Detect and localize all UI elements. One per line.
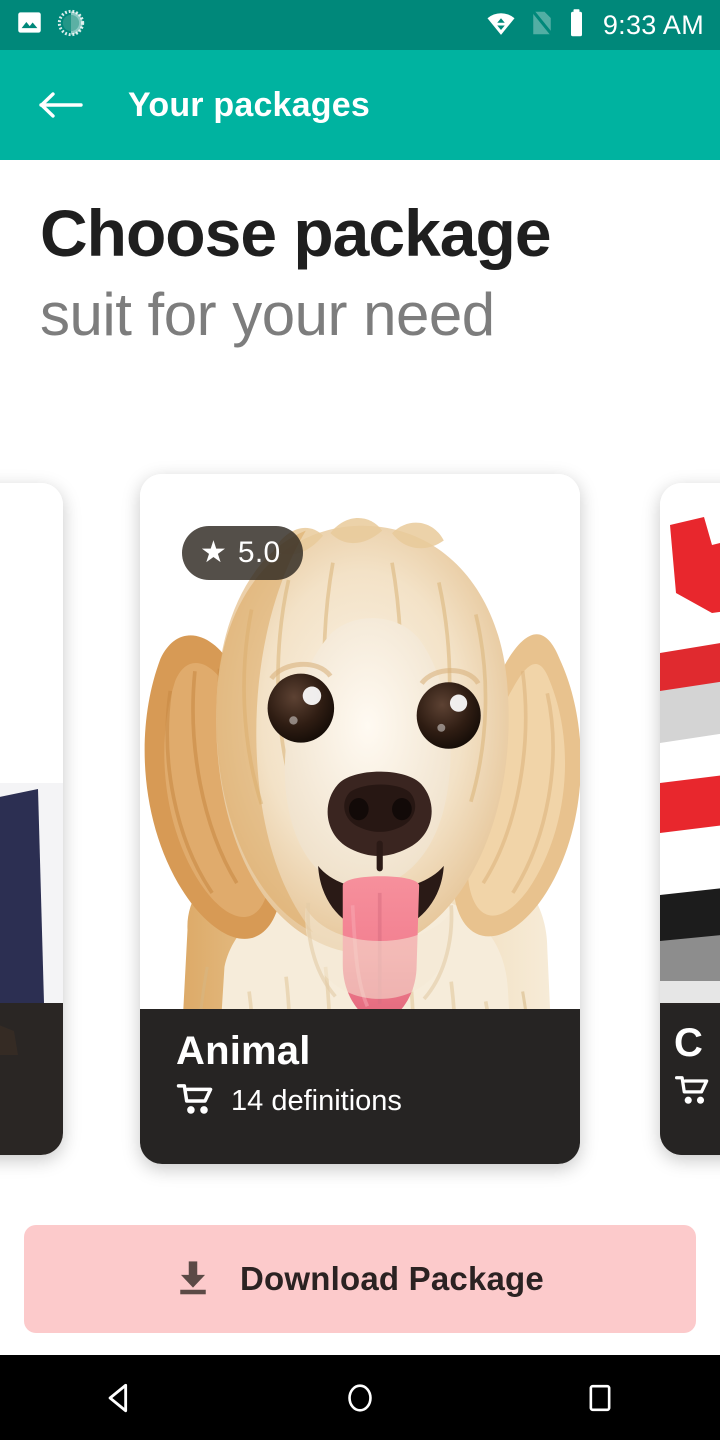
wifi-icon: [486, 8, 516, 43]
phone-screen: 9:33 AM Your packages Choose package sui…: [0, 0, 720, 1440]
back-triangle-icon[interactable]: [75, 1355, 165, 1440]
list-item[interactable]: [0, 483, 63, 1155]
status-bar-left-icons: [16, 9, 85, 42]
android-nav-bar: [0, 1355, 720, 1440]
status-bar-clock: 9:33 AM: [602, 9, 704, 40]
shopping-cart-icon: [176, 1083, 216, 1120]
home-circle-icon[interactable]: [315, 1355, 405, 1440]
page-title: Your packages: [128, 85, 370, 124]
heading-title: Choose package: [40, 196, 552, 270]
rating-value: 5.0: [237, 536, 281, 569]
card-meta: 14 definitions: [176, 1083, 544, 1120]
card-image: [0, 483, 63, 1155]
list-item[interactable]: C: [660, 483, 720, 1155]
download-package-button[interactable]: Download Package: [24, 1225, 696, 1333]
headings-block: Choose package suit for your need: [40, 196, 700, 349]
image-icon: [16, 9, 43, 41]
back-arrow-icon[interactable]: [30, 74, 92, 136]
card-meta: [674, 1075, 720, 1110]
card-title: C: [674, 1021, 704, 1065]
star-icon: ★: [200, 536, 227, 569]
list-item[interactable]: ★ 5.0 Animal 14 definitions: [140, 474, 580, 1164]
app-bar: Your packages: [0, 50, 720, 160]
sync-progress-icon: [57, 9, 85, 42]
no-sim-icon: [529, 8, 555, 43]
heading-subtitle: suit for your need: [40, 281, 495, 349]
card-definitions-count: 14 definitions: [231, 1085, 402, 1117]
recents-square-icon[interactable]: [555, 1355, 645, 1440]
shopping-cart-icon: [674, 1075, 712, 1110]
card-title: Animal: [176, 1029, 311, 1073]
status-bar-right-icons: 9:33 AM: [486, 8, 704, 43]
package-carousel[interactable]: ★ 5.0 Animal 14 definitions C: [0, 474, 720, 1164]
status-badge: ★ 5.0: [182, 526, 303, 580]
battery-icon: [568, 8, 585, 43]
status-bar: 9:33 AM: [0, 0, 720, 50]
download-icon: [176, 1258, 210, 1301]
card-footer: C: [660, 1005, 720, 1155]
card-footer: Animal 14 definitions: [140, 1009, 580, 1164]
download-package-label: Download Package: [240, 1260, 544, 1297]
